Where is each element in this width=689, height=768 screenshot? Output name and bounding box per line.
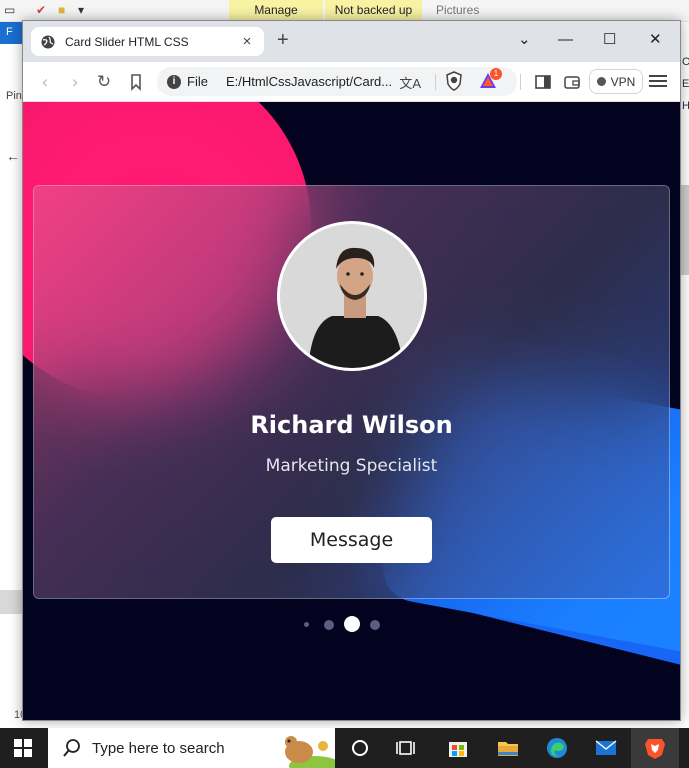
tab-search-icon[interactable]: ⌄	[518, 30, 531, 50]
edge-icon[interactable]	[545, 736, 569, 760]
right-letter-2: E	[682, 78, 689, 90]
pagination-dot-active[interactable]	[344, 616, 360, 632]
explorer-qa-icon[interactable]: ▭	[4, 3, 15, 19]
browser-toolbar: ‹ › ↻ i File E:/HtmlCssJavascript/Card..…	[23, 62, 680, 102]
toolbar-divider	[435, 74, 436, 90]
address-url[interactable]: E:/HtmlCssJavascript/Card...	[226, 74, 392, 89]
minimize-button[interactable]: —	[558, 30, 573, 50]
explorer-title-strip: ▭ ✔ ■ ▾ Manage Not backed up Pictures	[0, 0, 689, 22]
reload-icon[interactable]: ↻	[94, 72, 114, 92]
profile-role: Marketing Specialist	[265, 456, 438, 476]
close-window-button[interactable]: ✕	[649, 30, 662, 50]
taskbar-search-box[interactable]: Type here to search	[48, 728, 335, 768]
person-photo-icon	[280, 224, 424, 368]
task-view-icon[interactable]	[395, 736, 419, 760]
search-icon	[63, 739, 80, 757]
profile-name: Richard Wilson	[250, 411, 453, 439]
translate-icon[interactable]: 文A	[399, 73, 421, 92]
tab-manage[interactable]: Manage	[229, 0, 323, 20]
message-button[interactable]: Message	[271, 517, 432, 563]
hamburger-menu-icon[interactable]	[649, 72, 667, 92]
back-icon[interactable]: ‹	[35, 72, 55, 92]
site-info-icon[interactable]: i	[167, 74, 181, 89]
vpn-label: VPN	[610, 74, 636, 89]
forward-icon[interactable]: ›	[65, 72, 85, 92]
right-letter-1: O	[682, 56, 689, 68]
wallet-icon[interactable]	[562, 72, 582, 92]
tab-bar: Card Slider HTML CSS × + ⌄ — ☐ ✕	[23, 21, 680, 62]
pin-label: Pin	[6, 90, 22, 102]
bookmark-icon[interactable]	[126, 72, 146, 92]
explorer-scrollbar[interactable]	[681, 185, 689, 275]
address-bar[interactable]: i File E:/HtmlCssJavascript/Card... 文A	[157, 67, 517, 96]
slider-pagination	[23, 616, 680, 636]
browser-tab[interactable]: Card Slider HTML CSS ×	[31, 27, 264, 56]
store-icon[interactable]	[446, 736, 470, 760]
toolbar-divider-2	[520, 74, 521, 90]
brave-icon[interactable]	[643, 736, 667, 760]
windows-taskbar: Type here to search	[0, 728, 689, 768]
new-tab-button[interactable]: +	[277, 30, 289, 50]
file-explorer-icon[interactable]	[496, 736, 520, 760]
right-letter-3: H	[682, 100, 689, 112]
tab-not-backed-up[interactable]: Not backed up	[325, 0, 422, 20]
pagination-dot-4[interactable]	[370, 620, 380, 630]
address-scheme-label: File	[187, 74, 208, 89]
vpn-status-icon	[596, 77, 606, 86]
selected-row-band	[0, 590, 22, 614]
rewards-badge: 1	[490, 68, 502, 80]
pagination-dot-2[interactable]	[324, 620, 334, 630]
maximize-button[interactable]: ☐	[603, 30, 616, 50]
sidebar-icon[interactable]	[533, 72, 553, 92]
profile-avatar	[277, 221, 427, 371]
tab-close-icon[interactable]: ×	[240, 33, 254, 50]
back-arrow-icon[interactable]: ←	[6, 148, 20, 164]
search-placeholder: Type here to search	[92, 739, 225, 757]
search-highlight-hamster-icon	[285, 736, 335, 768]
vpn-button[interactable]: VPN	[589, 69, 643, 94]
tab-title: Card Slider HTML CSS	[65, 34, 189, 49]
pagination-dot-1[interactable]	[304, 622, 309, 627]
mail-icon[interactable]	[594, 736, 618, 760]
folder-icon[interactable]: ■	[58, 3, 65, 19]
profile-card: Richard Wilson Marketing Specialist Mess…	[33, 185, 670, 599]
cortana-icon[interactable]	[348, 736, 372, 760]
page-viewport: Richard Wilson Marketing Specialist Mess…	[23, 102, 680, 720]
globe-icon	[41, 35, 55, 48]
browser-window: Card Slider HTML CSS × + ⌄ — ☐ ✕ ‹ › ↻ i…	[22, 20, 681, 721]
brave-shield-icon[interactable]	[445, 71, 463, 91]
qa-dropdown-icon[interactable]: ▾	[78, 3, 84, 19]
windows-start-icon[interactable]	[14, 739, 32, 757]
file-menu-button[interactable]: F	[0, 22, 22, 44]
properties-icon[interactable]: ✔	[36, 3, 46, 19]
tab-pictures[interactable]: Pictures	[428, 0, 487, 20]
